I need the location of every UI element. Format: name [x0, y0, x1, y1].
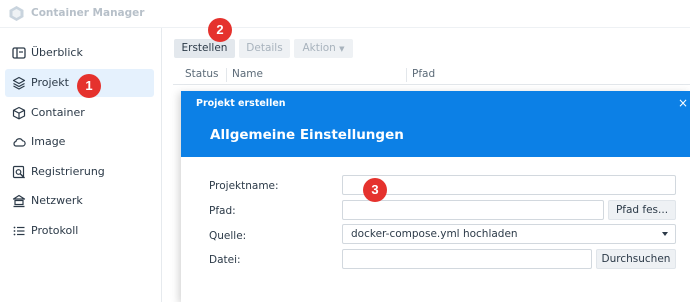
chevron-down-icon: [662, 232, 668, 236]
annotation-marker-2: 2: [208, 18, 232, 42]
column-pfad[interactable]: Pfad: [412, 68, 435, 80]
action-button[interactable]: Aktion ▼: [294, 39, 353, 58]
cube-icon: [12, 106, 26, 120]
annotation-marker-3: 3: [363, 178, 387, 202]
dialog-heading: Allgemeine Einstellungen: [210, 127, 404, 143]
network-icon: [12, 194, 26, 208]
app-title: Container Manager: [31, 7, 145, 19]
browse-button[interactable]: Durchsuchen: [596, 249, 676, 269]
table-header: Status Name Pfad: [173, 65, 690, 85]
dialog-body: Projektname: Pfad: Pfad fes... Quelle: d…: [181, 157, 690, 302]
sidebar-item-label: Projekt: [31, 76, 69, 89]
sidebar-item-label: Protokoll: [31, 224, 79, 237]
overview-icon: [12, 47, 26, 59]
cloud-icon: [13, 138, 26, 147]
sidebar-item-container[interactable]: Container: [5, 99, 154, 127]
details-button[interactable]: Details: [239, 39, 290, 58]
datei-input[interactable]: [342, 249, 592, 269]
pfad-input[interactable]: [342, 200, 604, 220]
layers-icon: [12, 76, 26, 90]
sidebar-item-label: Registrierung: [31, 165, 105, 178]
dialog-title: Projekt erstellen: [196, 98, 286, 109]
column-divider: [226, 68, 227, 82]
column-name[interactable]: Name: [232, 68, 263, 80]
chevron-down-icon: ▼: [339, 45, 345, 53]
sidebar-item-netzwerk[interactable]: Netzwerk: [5, 187, 154, 215]
sidebar-item-label: Überblick: [31, 46, 83, 59]
create-project-dialog: Projekt erstellen × Allgemeine Einstellu…: [181, 91, 690, 302]
column-divider: [406, 68, 407, 82]
projektname-input[interactable]: [342, 175, 676, 195]
quelle-label: Quelle:: [209, 230, 247, 242]
sidebar-item-label: Image: [31, 135, 66, 148]
container-manager-icon: [9, 6, 24, 21]
projektname-label: Projektname:: [209, 180, 279, 192]
annotation-marker-1: 1: [77, 74, 101, 98]
title-bar: Container Manager: [0, 0, 690, 28]
sidebar-item-label: Container: [31, 106, 85, 119]
action-button-label: Aktion: [302, 42, 336, 54]
quelle-selected-value: docker-compose.yml hochladen: [351, 228, 518, 240]
registry-search-icon: [12, 165, 25, 179]
sidebar-item-ueberblick[interactable]: Überblick: [5, 39, 154, 67]
log-list-icon: [13, 226, 25, 236]
datei-label: Datei:: [209, 254, 241, 266]
dialog-header: Projekt erstellen × Allgemeine Einstellu…: [181, 91, 690, 157]
sidebar-item-image[interactable]: Image: [5, 128, 154, 156]
pfad-label: Pfad:: [209, 205, 236, 217]
close-icon[interactable]: ×: [678, 97, 688, 109]
create-button[interactable]: Erstellen: [174, 39, 235, 58]
sidebar: Überblick Projekt Container Image Regist…: [0, 28, 162, 302]
set-path-button[interactable]: Pfad fes...: [608, 200, 676, 220]
column-status[interactable]: Status: [185, 68, 218, 80]
sidebar-item-protokoll[interactable]: Protokoll: [5, 217, 154, 245]
sidebar-item-registrierung[interactable]: Registrierung: [5, 158, 154, 186]
sidebar-item-label: Netzwerk: [31, 194, 83, 207]
quelle-select[interactable]: docker-compose.yml hochladen: [342, 224, 676, 244]
